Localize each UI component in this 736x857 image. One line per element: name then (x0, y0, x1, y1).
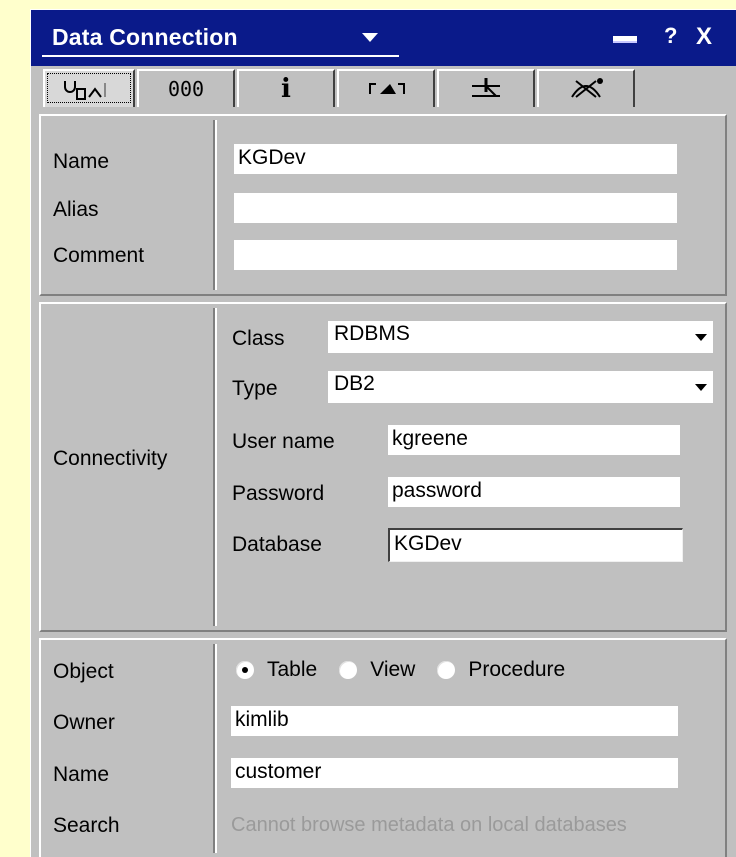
tab-connection[interactable] (43, 69, 135, 107)
username-label: User name (232, 430, 335, 453)
class-select[interactable]: RDBMS (328, 321, 713, 353)
class-value: RDBMS (334, 322, 410, 345)
radio-procedure-label[interactable]: Procedure (468, 658, 565, 682)
data-connection-window: Data Connection ? X 000 i Name KGDev Ali… (30, 9, 736, 857)
tab-strip: 000 i (43, 67, 733, 107)
username-field[interactable]: kgreene (388, 425, 680, 455)
comment-field[interactable] (234, 240, 677, 270)
title-dropdown-icon[interactable] (362, 33, 378, 42)
class-label: Class (232, 327, 285, 350)
flag-icon (369, 83, 405, 94)
chevron-down-icon[interactable] (695, 334, 707, 341)
owner-field[interactable]: kimlib (231, 706, 678, 736)
close-button[interactable]: X (696, 23, 712, 51)
pin-icon[interactable] (613, 36, 637, 43)
database-label: Database (232, 533, 322, 556)
panel-divider (213, 120, 217, 290)
type-select[interactable]: DB2 (328, 371, 713, 403)
window-title: Data Connection (52, 24, 238, 50)
search-label: Search (53, 814, 120, 837)
tab-chart[interactable] (537, 69, 635, 107)
password-field[interactable]: password (388, 477, 680, 507)
title-bar[interactable]: Data Connection ? X (31, 10, 736, 66)
type-value: DB2 (334, 372, 375, 395)
search-disabled-message: Cannot browse metadata on local database… (231, 814, 627, 836)
owner-label: Owner (53, 711, 115, 734)
type-label: Type (232, 377, 278, 400)
tab-pencil[interactable] (437, 69, 535, 107)
radio-view-label[interactable]: View (370, 658, 415, 682)
help-button[interactable]: ? (664, 23, 677, 49)
radio-procedure[interactable] (437, 661, 456, 679)
chevron-down-icon[interactable] (695, 384, 707, 391)
radio-table-label[interactable]: Table (267, 658, 317, 682)
info-icon: i (281, 74, 291, 104)
name-field[interactable]: KGDev (234, 144, 677, 174)
alias-field[interactable] (234, 193, 677, 223)
password-label: Password (232, 482, 325, 505)
panel-divider (213, 644, 217, 853)
tab-columns[interactable]: 000 (137, 69, 235, 107)
alias-label: Alias (53, 198, 99, 221)
name-label: Name (53, 150, 110, 173)
connectivity-panel: Connectivity Class RDBMS Type DB2 User n… (39, 302, 727, 632)
connectivity-label: Connectivity (53, 447, 168, 470)
object-name-label: Name (53, 763, 110, 786)
columns-icon: 000 (167, 77, 205, 101)
panel-divider (213, 308, 217, 626)
pencil-icon (472, 78, 500, 97)
chart-icon (571, 78, 603, 98)
object-label: Object (53, 660, 114, 683)
tab-info[interactable]: i (237, 69, 335, 107)
tab-flag[interactable] (337, 69, 435, 107)
connection-plug-icon (64, 81, 106, 100)
title-underline (42, 55, 399, 57)
object-name-field[interactable]: customer (231, 758, 678, 788)
general-panel: Name KGDev Alias Comment (39, 114, 727, 296)
comment-label: Comment (53, 244, 145, 267)
object-type-group: Table View Procedure (236, 658, 587, 682)
radio-table[interactable] (236, 661, 254, 679)
radio-view[interactable] (339, 661, 358, 679)
object-panel: Object Table View Procedure Owner kimlib… (39, 638, 727, 857)
database-field[interactable]: KGDev (388, 528, 683, 562)
